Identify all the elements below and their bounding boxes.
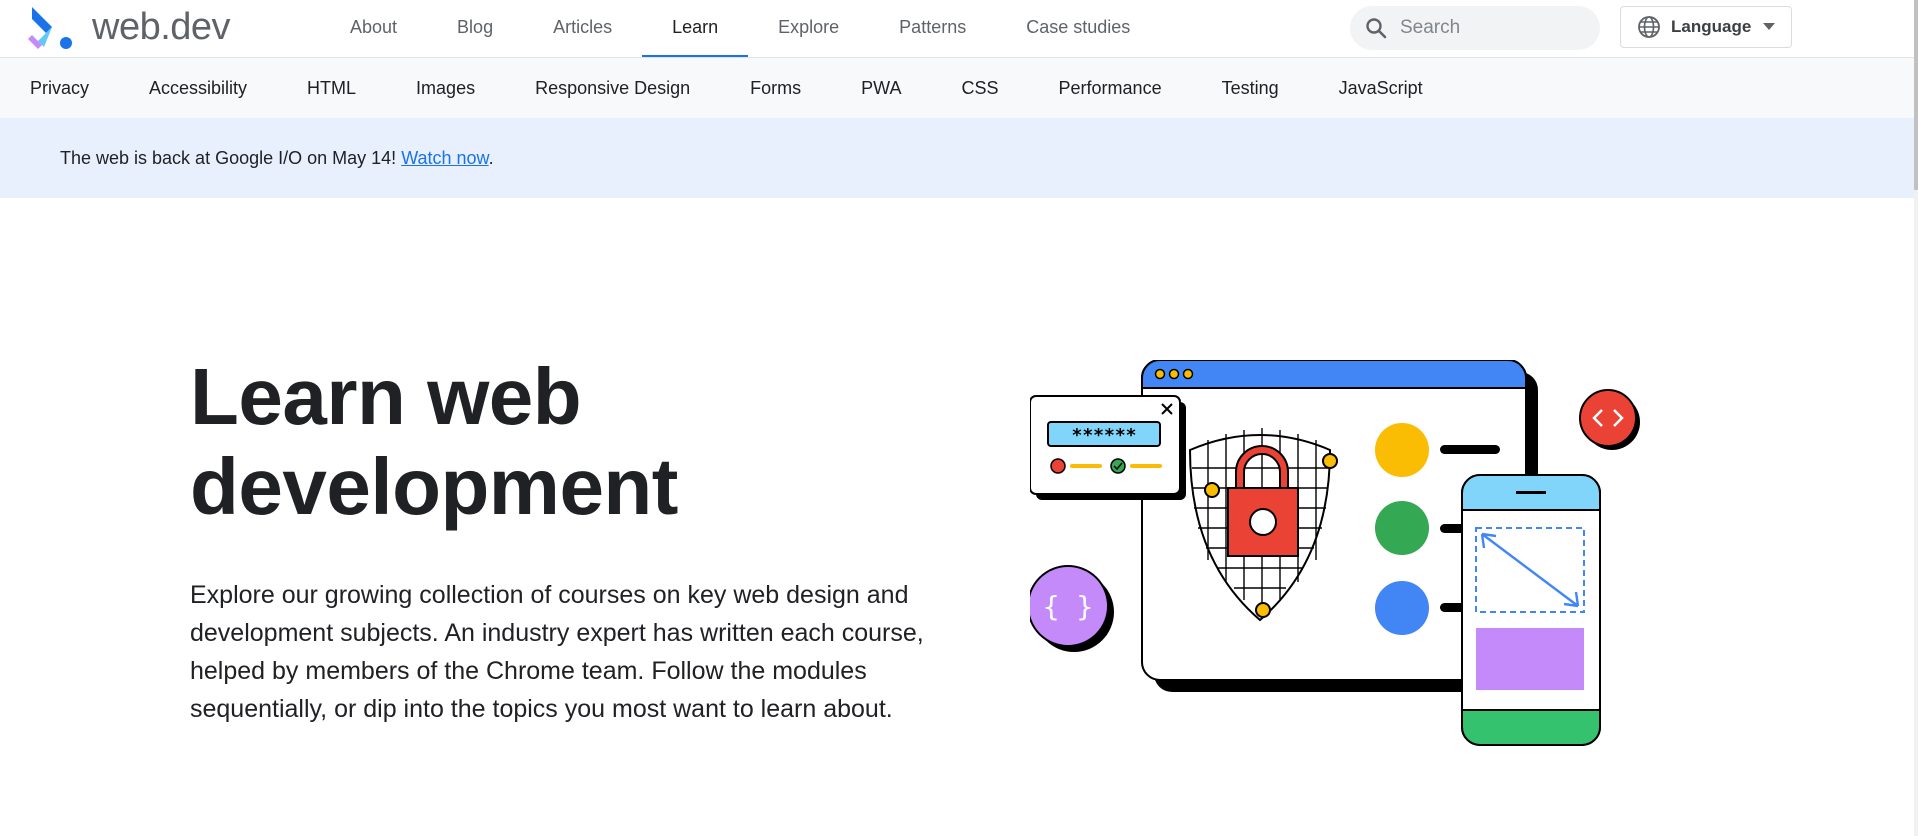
topic-responsive-design[interactable]: Responsive Design bbox=[505, 78, 720, 99]
search-icon bbox=[1366, 18, 1387, 39]
topic-pwa[interactable]: PWA bbox=[831, 78, 931, 99]
tab-patterns[interactable]: Patterns bbox=[869, 0, 996, 57]
list-dot-blue-icon bbox=[1375, 581, 1429, 635]
list-dot-green-icon bbox=[1375, 501, 1429, 555]
announcement-banner: The web is back at Google I/O on May 14!… bbox=[0, 118, 1914, 198]
search-box[interactable] bbox=[1350, 6, 1600, 50]
tab-explore[interactable]: Explore bbox=[748, 0, 869, 57]
topic-html[interactable]: HTML bbox=[277, 78, 386, 99]
search-input[interactable] bbox=[1398, 16, 1582, 40]
banner-message: The web is back at Google I/O on May 14! bbox=[60, 147, 402, 168]
browser-title-bar bbox=[1141, 360, 1527, 389]
topic-performance[interactable]: Performance bbox=[1029, 78, 1192, 99]
scrollbar-thumb[interactable] bbox=[1914, 0, 1918, 190]
tab-articles[interactable]: Articles bbox=[523, 0, 642, 57]
topic-accessibility[interactable]: Accessibility bbox=[119, 78, 277, 99]
top-bar: web.dev About Blog Articles Learn Explor… bbox=[0, 0, 1914, 58]
tab-blog[interactable]: Blog bbox=[427, 0, 523, 57]
password-dialog: ****** bbox=[1030, 395, 1186, 500]
language-selector[interactable]: Language bbox=[1620, 6, 1792, 48]
topic-javascript[interactable]: JavaScript bbox=[1309, 78, 1453, 99]
site-name[interactable]: web.dev bbox=[92, 4, 231, 50]
window-dot-icon bbox=[1168, 368, 1180, 380]
code-brackets-icon bbox=[1579, 389, 1640, 450]
list-line bbox=[1440, 445, 1500, 454]
page-scrollbar[interactable] bbox=[1914, 0, 1918, 836]
list-dot-yellow-icon bbox=[1375, 423, 1429, 477]
banner-suffix: . bbox=[488, 147, 494, 168]
topic-images[interactable]: Images bbox=[386, 78, 505, 99]
tab-about[interactable]: About bbox=[320, 0, 427, 57]
node-dot-icon bbox=[1255, 602, 1271, 618]
page-title: Learn web development bbox=[190, 352, 890, 532]
check-icon bbox=[1110, 458, 1126, 474]
topic-testing[interactable]: Testing bbox=[1192, 78, 1309, 99]
topic-navigation: Privacy Accessibility HTML Images Respon… bbox=[0, 58, 1914, 118]
topic-css[interactable]: CSS bbox=[932, 78, 1029, 99]
window-dot-icon bbox=[1154, 368, 1166, 380]
banner-text: The web is back at Google I/O on May 14!… bbox=[60, 148, 494, 169]
globe-icon bbox=[1638, 16, 1660, 38]
window-dot-icon bbox=[1182, 368, 1194, 380]
node-dot-icon bbox=[1322, 453, 1338, 469]
title-line-1: Learn web bbox=[190, 352, 582, 441]
web-dev-logo-icon[interactable] bbox=[28, 5, 74, 51]
tab-learn[interactable]: Learn bbox=[642, 0, 749, 57]
tab-case-studies[interactable]: Case studies bbox=[996, 0, 1160, 57]
hero-illustration: ****** { } bbox=[1030, 360, 1640, 746]
caret-down-icon bbox=[1763, 23, 1776, 30]
language-label: Language bbox=[1671, 17, 1752, 36]
password-mask: ****** bbox=[1071, 425, 1136, 446]
watch-now-link[interactable]: Watch now bbox=[401, 148, 488, 168]
topic-privacy[interactable]: Privacy bbox=[0, 78, 119, 99]
page-description: Explore our growing collection of course… bbox=[190, 581, 924, 723]
topic-forms[interactable]: Forms bbox=[720, 78, 831, 99]
svg-text:{ }: { } bbox=[1043, 590, 1094, 623]
node-dot-icon bbox=[1204, 482, 1220, 498]
top-navigation: About Blog Articles Learn Explore Patter… bbox=[320, 0, 1160, 57]
curly-braces-icon: { } bbox=[1030, 565, 1114, 652]
title-line-2: development bbox=[190, 442, 678, 531]
phone-icon bbox=[1461, 474, 1601, 746]
